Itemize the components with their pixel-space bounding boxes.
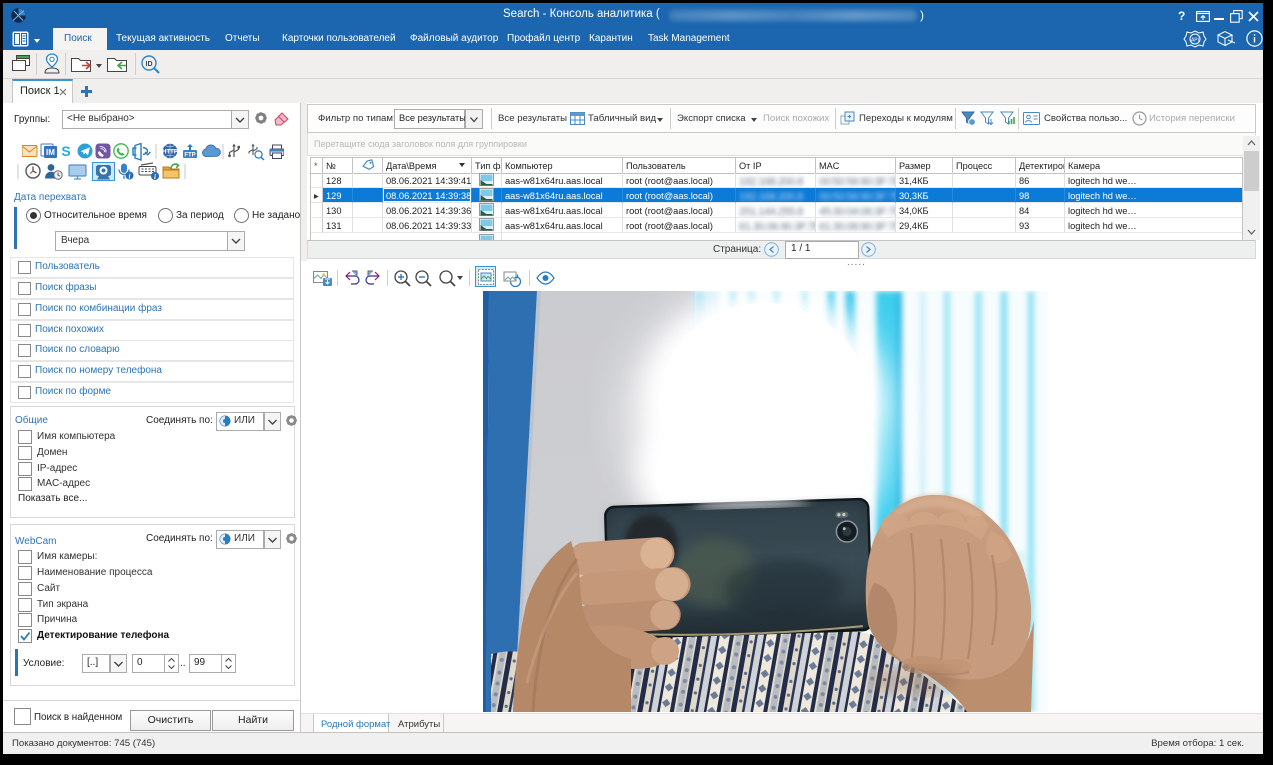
- svg-text:i: i: [154, 173, 156, 181]
- svg-text:API: API: [1191, 38, 1199, 44]
- svg-text:ID: ID: [146, 61, 153, 68]
- svg-text:HTTP: HTTP: [162, 150, 178, 156]
- svg-text:IM: IM: [46, 148, 55, 157]
- svg-text:FTP: FTP: [184, 153, 195, 159]
- svg-text:i: i: [129, 172, 131, 180]
- svg-text:S: S: [61, 143, 70, 159]
